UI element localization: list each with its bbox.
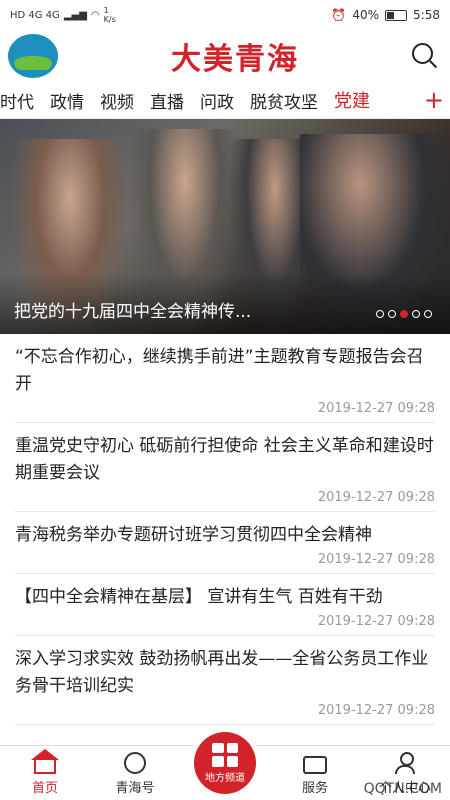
speed-indicator: 1 K/s (103, 6, 116, 24)
news-title: 青海税务举办专题研讨班学习贯彻四中全会精神 (15, 525, 372, 545)
tab-tuopin[interactable]: 脱贫攻坚 (242, 88, 326, 113)
nav-local-slot: 地方频道 (180, 732, 270, 800)
nav-home-label: 首页 (31, 781, 58, 796)
grid-icon (212, 742, 238, 767)
news-item[interactable]: 深入学习求实效 鼓劲扬帆再出发——全省公务员工作业务骨干培训纪实 2019-12… (15, 636, 435, 725)
news-time: 2019-12-27 09:28 (317, 552, 435, 567)
tab-shidai[interactable]: 时代 (0, 88, 42, 113)
clock: 5:58 (413, 8, 440, 22)
local-channel-label: 地方频道 (205, 772, 245, 784)
carousel-indicator (376, 310, 432, 318)
news-item[interactable]: 青海税务举办专题研讨班学习贯彻四中全会精神 2019-12-27 09:28 (15, 512, 435, 574)
tab-dangjian[interactable]: 党建 (326, 87, 378, 113)
wifi-icon: ◠ (90, 9, 100, 21)
tab-zhibo[interactable]: 直播 (142, 88, 192, 113)
alarm-icon: ⏰ (331, 8, 347, 22)
carousel-dot[interactable] (376, 310, 384, 318)
carousel-dot[interactable] (412, 310, 420, 318)
tab-zhengqing[interactable]: 政情 (42, 88, 92, 113)
carousel-dot[interactable] (424, 310, 432, 318)
tab-shipin[interactable]: 视频 (92, 88, 142, 113)
home-icon (31, 749, 59, 774)
add-channel-button[interactable]: + (418, 86, 450, 114)
news-item[interactable]: “不忘合作初心，继续携手前进”主题教育专题报告会召开 2019-12-27 09… (15, 334, 435, 423)
nav-qinghai-label: 青海号 (115, 781, 155, 796)
nav-home[interactable]: 首页 (0, 749, 90, 800)
news-title: 重温党史守初心 砥砺前行担使命 社会主义革命和建设时期重要会议 (15, 436, 434, 483)
banner-caption: 把党的十九届四中全会精神传... (14, 302, 252, 322)
signal-icon: ▂▄▆ (63, 9, 87, 21)
network-indicators: HD 4G 4G (10, 9, 60, 21)
nav-service[interactable]: 服务 (270, 752, 360, 800)
brand-title: 大美青海 (171, 42, 299, 77)
qinghai-logo-icon[interactable] (8, 34, 58, 78)
news-title: “不忘合作初心，继续携手前进”主题教育专题报告会召开 (15, 347, 424, 394)
app-header: 大美青海 (0, 30, 450, 82)
tab-wenzheng[interactable]: 问政 (192, 88, 242, 113)
news-item[interactable]: 重温党史守初心 砥砺前行担使命 社会主义革命和建设时期重要会议 2019-12-… (15, 423, 435, 512)
news-item[interactable]: 【四中全会精神在基层】 宣讲有生气 百姓有干劲 2019-12-27 09:28 (15, 574, 435, 636)
status-bar: HD 4G 4G ▂▄▆ ◠ 1 K/s ⏰ 40% 5:58 (0, 0, 450, 30)
nav-service-label: 服务 (301, 781, 328, 796)
user-icon (394, 752, 416, 774)
news-time: 2019-12-27 09:28 (317, 490, 435, 505)
news-time: 2019-12-27 09:28 (317, 401, 435, 416)
status-left: HD 4G 4G ▂▄▆ ◠ 1 K/s (10, 6, 116, 24)
news-title: 【四中全会精神在基层】 宣讲有生气 百姓有干劲 (15, 587, 383, 607)
status-right: ⏰ 40% 5:58 (331, 8, 440, 22)
carousel-dot-active[interactable] (400, 310, 408, 318)
news-title: 深入学习求实效 鼓劲扬帆再出发——全省公务员工作业务骨干培训纪实 (15, 649, 429, 696)
battery-icon (385, 9, 408, 21)
headline-banner[interactable]: 把党的十九届四中全会精神传... (0, 119, 450, 334)
nav-qinghai[interactable]: 青海号 (90, 752, 180, 800)
news-time: 2019-12-27 09:28 (317, 614, 435, 629)
news-list: “不忘合作初心，继续携手前进”主题教育专题报告会召开 2019-12-27 09… (0, 334, 450, 725)
battery-percent: 40% (352, 8, 380, 22)
watermark: QQTN.COM (363, 781, 442, 797)
briefcase-icon (303, 756, 327, 774)
search-icon[interactable] (412, 43, 438, 69)
news-time: 2019-12-27 09:28 (317, 703, 435, 718)
local-channel-button[interactable]: 地方频道 (194, 732, 256, 794)
channel-tabs: 时代 政情 视频 直播 问政 脱贫攻坚 党建 + (0, 82, 450, 119)
qinghai-hao-icon (124, 752, 146, 774)
carousel-dot[interactable] (388, 310, 396, 318)
